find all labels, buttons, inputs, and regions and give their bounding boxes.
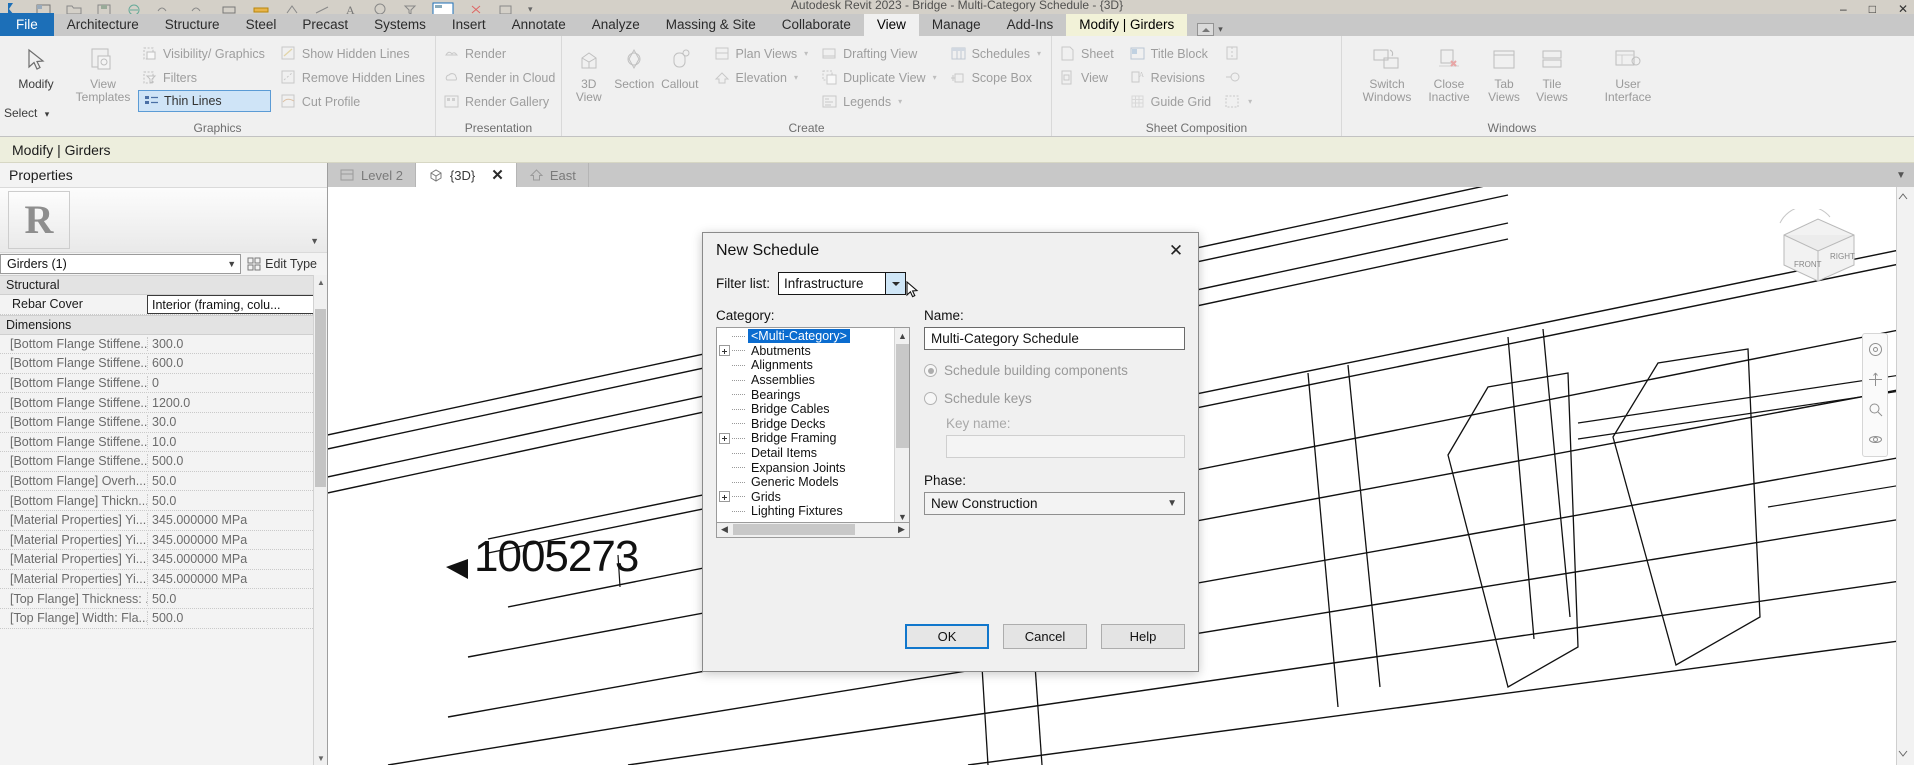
- category-label: Category:: [716, 308, 775, 323]
- ok-button[interactable]: OK: [905, 623, 989, 649]
- category-item-label: Generic Models: [751, 475, 839, 490]
- scrollbar-thumb[interactable]: [733, 524, 855, 535]
- name-label: Name:: [924, 308, 964, 323]
- dialog-footer: OK Cancel Help: [703, 615, 1198, 671]
- category-item-grids[interactable]: Grids: [717, 490, 893, 505]
- category-tree[interactable]: <Multi-Category> Abutments Alignments As…: [716, 327, 910, 523]
- radio-button-icon: [924, 364, 937, 377]
- scroll-up-icon[interactable]: ▲: [895, 328, 909, 343]
- category-item-label: Bridge Cables: [751, 402, 830, 417]
- category-tree-list[interactable]: <Multi-Category> Abutments Alignments As…: [717, 329, 893, 519]
- scroll-right-icon[interactable]: ▶: [894, 523, 909, 536]
- dialog-columns: Category: <Multi-Category> Abutments Ali…: [716, 308, 1185, 538]
- category-item-bearings[interactable]: Bearings: [717, 387, 893, 402]
- category-item-abutments[interactable]: Abutments: [717, 344, 893, 359]
- dialog-body: Filter list: Infrastructure Category: <M…: [703, 269, 1198, 615]
- category-item-expansion-joints[interactable]: Expansion Joints: [717, 460, 893, 475]
- phase-label: Phase:: [924, 473, 967, 488]
- category-item-label: Alignments: [751, 358, 813, 373]
- filter-list-value: Infrastructure: [784, 276, 864, 291]
- category-item-label: Expansion Joints: [751, 460, 846, 475]
- schedule-options-column: Name: Multi-Category Schedule Schedule b…: [924, 308, 1185, 538]
- radio-button-icon: [924, 392, 937, 405]
- expand-icon[interactable]: [719, 432, 730, 444]
- category-vertical-scrollbar[interactable]: ▲ ▼: [894, 328, 909, 522]
- filter-list-label: Filter list:: [716, 276, 770, 291]
- phase-value: New Construction: [931, 496, 1038, 511]
- category-item-label: Bridge Framing: [751, 431, 837, 446]
- schedule-name-input[interactable]: Multi-Category Schedule: [924, 327, 1185, 350]
- category-item-multi-category[interactable]: <Multi-Category>: [717, 329, 893, 344]
- expand-icon[interactable]: [719, 491, 730, 503]
- category-item-bridge-decks[interactable]: Bridge Decks: [717, 417, 893, 432]
- filter-list-dropdown-arrow-icon[interactable]: [885, 273, 905, 294]
- category-item-bridge-framing[interactable]: Bridge Framing: [717, 431, 893, 446]
- dialog-title-bar: New Schedule ✕: [703, 233, 1198, 269]
- mouse-cursor-icon: [906, 280, 920, 299]
- category-item-bridge-cables[interactable]: Bridge Cables: [717, 402, 893, 417]
- schedule-name-value: Multi-Category Schedule: [931, 331, 1079, 346]
- revit-application-window: A ▾ Autodesk Revit 2023 - Bridge - Multi…: [0, 0, 1914, 765]
- category-item-assemblies[interactable]: Assemblies: [717, 373, 893, 388]
- radio-keys-label: Schedule keys: [944, 391, 1032, 406]
- category-item-label: Grids: [751, 489, 781, 504]
- scrollbar-thumb[interactable]: [896, 344, 909, 448]
- phase-dropdown[interactable]: New Construction ▼: [924, 492, 1185, 515]
- filter-list-row: Filter list: Infrastructure: [716, 272, 1185, 297]
- radio-schedule-keys[interactable]: Schedule keys: [924, 391, 1185, 406]
- category-item-label: <Multi-Category>: [748, 329, 850, 344]
- category-item-lighting-fixtures[interactable]: Lighting Fixtures: [717, 504, 893, 519]
- cancel-button[interactable]: Cancel: [1003, 623, 1087, 649]
- radio-schedule-building-components[interactable]: Schedule building components: [924, 363, 1185, 378]
- category-item-label: Bridge Decks: [751, 416, 826, 431]
- scroll-left-icon[interactable]: ◀: [717, 523, 732, 536]
- scroll-down-icon[interactable]: ▼: [895, 509, 909, 522]
- category-item-label: Lighting Fixtures: [751, 504, 843, 519]
- new-schedule-dialog: New Schedule ✕ Filter list: Infrastructu…: [702, 232, 1199, 672]
- category-horizontal-scrollbar[interactable]: ◀ ▶: [716, 523, 910, 538]
- category-column: Category: <Multi-Category> Abutments Ali…: [716, 308, 910, 538]
- expand-icon[interactable]: [719, 345, 730, 357]
- category-item-generic-models[interactable]: Generic Models: [717, 475, 893, 490]
- key-name-label: Key name:: [946, 416, 1011, 431]
- dialog-title: New Schedule: [716, 242, 820, 259]
- key-name-input: [946, 435, 1185, 458]
- category-item-label: Bearings: [751, 387, 801, 402]
- category-item-detail-items[interactable]: Detail Items: [717, 446, 893, 461]
- dialog-close-button[interactable]: ✕: [1162, 238, 1190, 264]
- category-item-label: Abutments: [751, 343, 811, 358]
- radio-components-label: Schedule building components: [944, 363, 1128, 378]
- filter-list-combobox[interactable]: Infrastructure: [778, 272, 906, 295]
- category-item-alignments[interactable]: Alignments: [717, 358, 893, 373]
- help-button[interactable]: Help: [1101, 623, 1185, 649]
- modal-overlay: New Schedule ✕ Filter list: Infrastructu…: [0, 0, 1914, 765]
- category-item-label: Assemblies: [751, 373, 815, 388]
- chevron-down-icon[interactable]: ▼: [1167, 498, 1177, 509]
- category-item-label: Detail Items: [751, 446, 817, 461]
